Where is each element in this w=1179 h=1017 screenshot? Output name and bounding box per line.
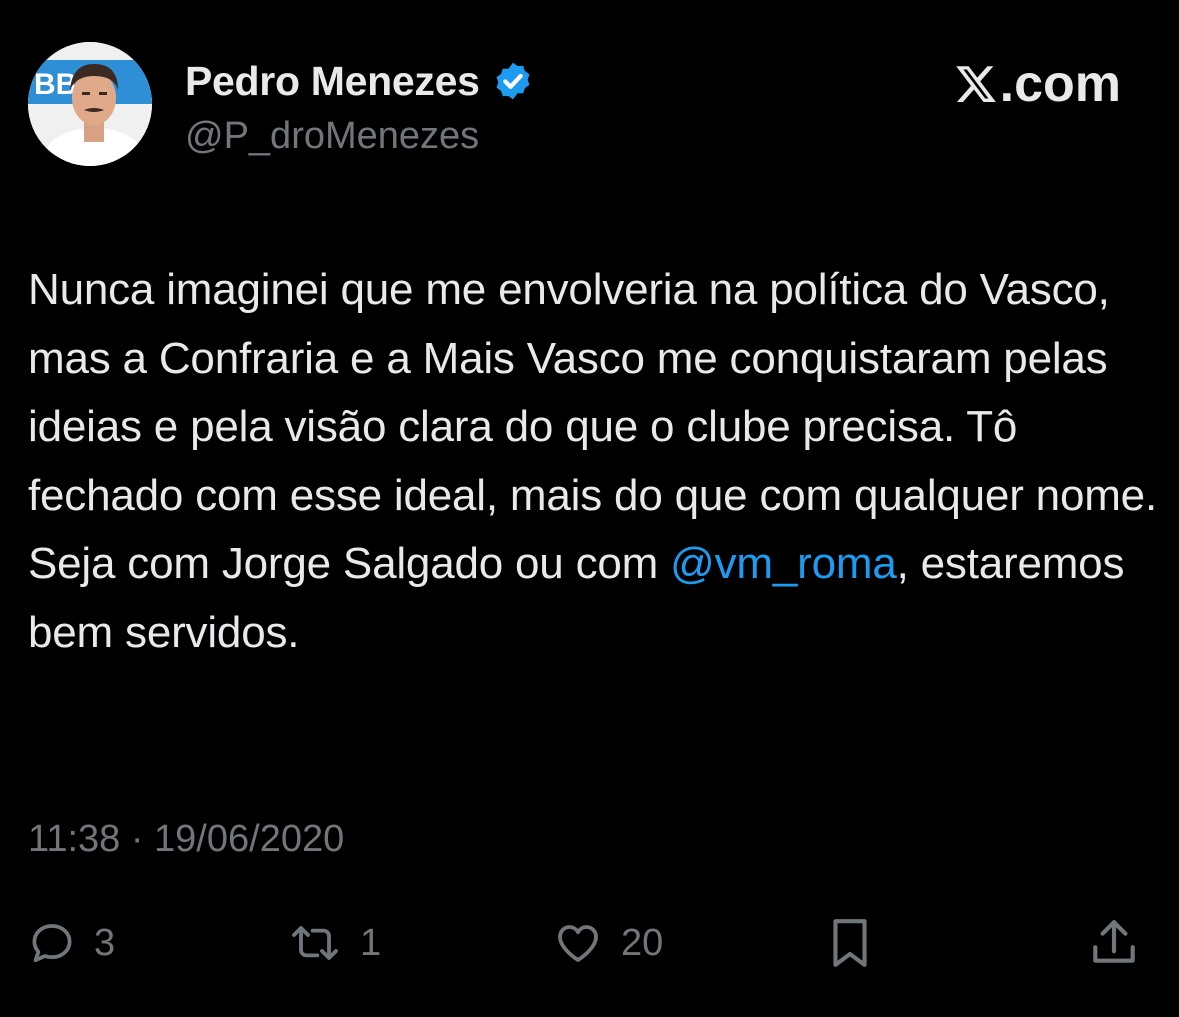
share-button[interactable] — [1089, 916, 1139, 970]
reply-icon — [32, 924, 72, 963]
brand-suffix: .com — [999, 55, 1121, 113]
x-logo-icon — [955, 66, 996, 102]
like-count: 20 — [621, 922, 664, 964]
avatar-image: BBB — [28, 42, 152, 166]
author-display-name[interactable]: Pedro Menezes — [185, 56, 480, 106]
heart-icon — [558, 925, 598, 962]
tweet-text: Nunca imaginei que me envolveria na polí… — [28, 256, 1158, 667]
repost-count: 1 — [360, 922, 382, 964]
bookmark-button[interactable] — [825, 916, 875, 970]
brand-watermark: .com — [954, 56, 1121, 112]
repost-icon — [292, 926, 338, 960]
mention-link[interactable]: @vm_roma — [670, 539, 897, 588]
tweet-timestamp[interactable]: 11:38 · 19/06/2020 — [28, 815, 344, 863]
author-name-row: Pedro Menezes — [185, 56, 534, 106]
repost-button[interactable]: 1 — [288, 916, 381, 970]
reply-button[interactable]: 3 — [28, 916, 115, 970]
reply-count: 3 — [94, 922, 116, 964]
like-button[interactable]: 20 — [553, 916, 663, 970]
author-handle[interactable]: @P_droMenezes — [185, 113, 479, 159]
verified-badge-icon[interactable] — [492, 60, 534, 102]
share-icon — [1093, 920, 1135, 963]
avatar[interactable]: BBB — [28, 42, 152, 166]
bookmark-icon — [833, 919, 867, 967]
